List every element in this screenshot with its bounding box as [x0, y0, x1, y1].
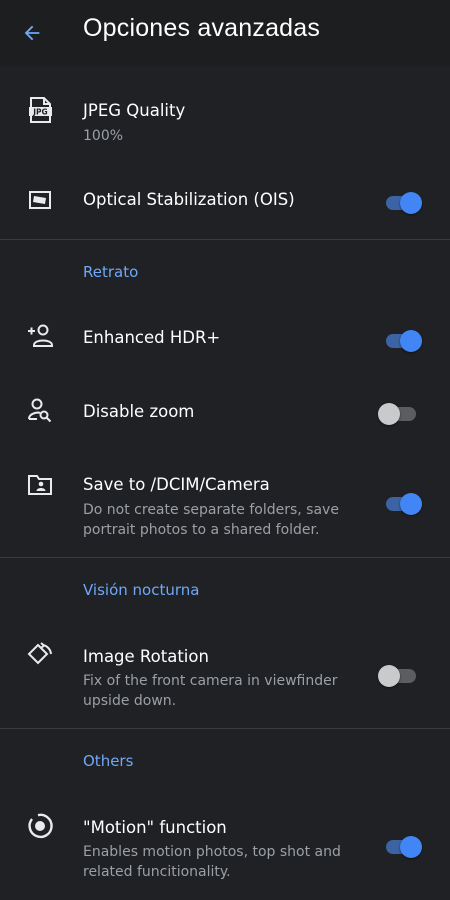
setting-image-rotation[interactable]: Image Rotation Fix of the front camera i…: [0, 625, 450, 728]
setting-description: Fix of the front camera in viewfinder up…: [83, 673, 338, 709]
divider: [0, 239, 450, 240]
setting-description: Do not create separate folders, save por…: [83, 502, 339, 538]
divider: [0, 728, 450, 729]
motion-toggle[interactable]: [378, 835, 424, 859]
setting-title: JPEG Quality: [83, 101, 186, 120]
folder-person-icon: [26, 471, 54, 499]
setting-title: Image Rotation: [83, 647, 209, 666]
setting-disable-zoom[interactable]: Disable zoom: [0, 378, 450, 446]
rotate-icon: [26, 641, 54, 669]
app-bar: Opciones avanzadas: [0, 0, 450, 66]
stabilization-icon: [26, 186, 54, 214]
save-dcim-toggle[interactable]: [378, 492, 424, 516]
setting-enhanced-hdr[interactable]: Enhanced HDR+: [0, 306, 450, 374]
divider: [0, 557, 450, 558]
back-button[interactable]: [12, 13, 52, 53]
svg-text:JPG: JPG: [32, 108, 47, 117]
person-search-icon: [26, 396, 54, 424]
setting-title: Disable zoom: [83, 402, 195, 421]
section-header-others: Others: [83, 752, 134, 770]
setting-save-dcim[interactable]: Save to /DCIM/Camera Do not create separ…: [0, 455, 450, 557]
setting-jpeg-quality[interactable]: JPG JPEG Quality 100%: [0, 66, 450, 172]
motion-icon: [26, 812, 54, 840]
setting-title: Save to /DCIM/Camera: [83, 475, 270, 494]
setting-title: "Motion" function: [83, 818, 227, 837]
ois-toggle[interactable]: [378, 191, 424, 215]
setting-title: Optical Stabilization (OIS): [83, 190, 295, 209]
zoom-toggle[interactable]: [378, 402, 424, 426]
setting-description: Enables motion photos, top shot and rela…: [83, 844, 341, 880]
section-header-portrait: Retrato: [83, 263, 139, 281]
rotation-toggle[interactable]: [378, 664, 424, 688]
page-title: Opciones avanzadas: [83, 14, 321, 42]
setting-motion[interactable]: "Motion" function Enables motion photos,…: [0, 796, 450, 900]
setting-value: 100%: [83, 128, 124, 144]
jpeg-file-icon: JPG: [26, 96, 54, 124]
hdr-toggle[interactable]: [378, 329, 424, 353]
setting-title: Enhanced HDR+: [83, 328, 221, 347]
section-header-night: Visión nocturna: [83, 581, 200, 599]
setting-ois[interactable]: Optical Stabilization (OIS): [0, 172, 450, 238]
person-add-icon: [26, 322, 54, 350]
arrow-back-icon: [24, 25, 40, 41]
